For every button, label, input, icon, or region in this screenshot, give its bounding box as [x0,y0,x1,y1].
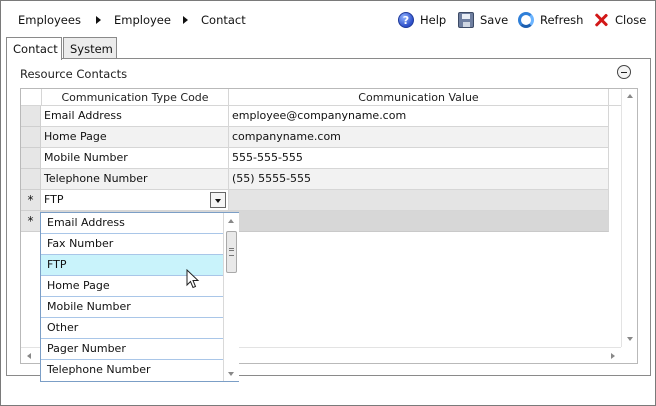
communication-type-combobox[interactable]: FTP [41,190,229,211]
tab-system[interactable]: System [63,37,117,59]
mouse-pointer-icon [186,269,200,289]
dropdown-option-mobile-number[interactable]: Mobile Number [41,297,223,318]
cell-value[interactable]: companyname.com [229,127,609,148]
table-row[interactable]: Mobile Number 555-555-555 [21,148,609,169]
dropdown-option-fax-number[interactable]: Fax Number [41,234,223,255]
combobox-value: FTP [44,193,64,206]
header-communication-type-code[interactable]: Communication Type Code [42,89,229,106]
save-button[interactable]: Save [458,11,508,29]
scroll-left-icon[interactable] [27,353,31,359]
grid-header: Communication Type Code Communication Va… [21,89,621,106]
row-selector[interactable] [21,148,41,169]
dropdown-scroll-up-icon[interactable] [228,219,234,223]
breadcrumb-employee[interactable]: Employee [114,13,171,27]
help-icon: ? [398,12,414,28]
cell-type[interactable]: Telephone Number [41,169,229,190]
table-row[interactable]: Email Address employee@companyname.com [21,106,609,127]
new-row-marker-icon: * [21,190,41,211]
breadcrumb-contact: Contact [201,13,246,27]
scroll-down-icon[interactable] [627,337,633,341]
cell-type[interactable]: Home Page [41,127,229,148]
communication-type-dropdown-list[interactable]: Email Address Fax Number FTP Home Page M… [40,212,239,382]
cell-value-editor[interactable] [229,190,609,211]
table-row[interactable]: Home Page companyname.com [21,127,609,148]
row-selector[interactable] [21,106,41,127]
save-icon [458,12,474,28]
scroll-right-icon[interactable] [611,353,615,359]
breadcrumb-employees[interactable]: Employees [18,13,81,27]
new-row-value-cell[interactable] [229,211,609,232]
scroll-up-icon[interactable] [627,94,633,98]
dropdown-option-pager-number[interactable]: Pager Number [41,339,223,360]
cell-type[interactable]: Email Address [41,106,229,127]
collapse-section-icon[interactable] [617,65,631,79]
dropdown-scroll-thumb[interactable] [226,231,237,273]
close-button[interactable]: Close [593,11,646,29]
refresh-label: Refresh [540,13,584,27]
save-label: Save [480,13,509,27]
table-row[interactable]: Telephone Number (55) 5555-555 [21,169,609,190]
section-title: Resource Contacts [20,67,128,81]
refresh-icon [518,12,534,28]
breadcrumb-separator-icon [96,16,101,24]
refresh-button[interactable]: Refresh [518,11,583,29]
cell-type[interactable]: Mobile Number [41,148,229,169]
help-label: Help [420,13,447,27]
dropdown-option-telephone-number[interactable]: Telephone Number [41,360,223,381]
dropdown-scrollbar[interactable] [223,213,239,381]
cell-value[interactable]: 555-555-555 [229,148,609,169]
grid-vertical-scrollbar[interactable] [621,89,637,347]
app-window: Employees Employee Contact ? Help Save R… [0,0,656,406]
chevron-down-icon[interactable] [210,192,226,208]
tab-contact[interactable]: Contact [6,37,62,60]
dropdown-option-email-address[interactable]: Email Address [41,213,223,234]
row-selector[interactable] [21,169,41,190]
dropdown-scroll-down-icon[interactable] [228,372,234,376]
header-selector [21,89,42,106]
header-communication-value[interactable]: Communication Value [229,89,609,106]
editing-row[interactable]: * FTP [21,190,609,211]
dropdown-option-other[interactable]: Other [41,318,223,339]
cell-value[interactable]: employee@companyname.com [229,106,609,127]
help-button[interactable]: ? Help [398,11,446,29]
toolbar: Employees Employee Contact ? Help Save R… [2,2,655,36]
close-icon [593,12,609,28]
row-selector[interactable] [21,127,41,148]
cell-value[interactable]: (55) 5555-555 [229,169,609,190]
close-label: Close [615,13,647,27]
new-row-marker-icon: * [21,211,41,232]
breadcrumb-separator-icon [183,16,188,24]
